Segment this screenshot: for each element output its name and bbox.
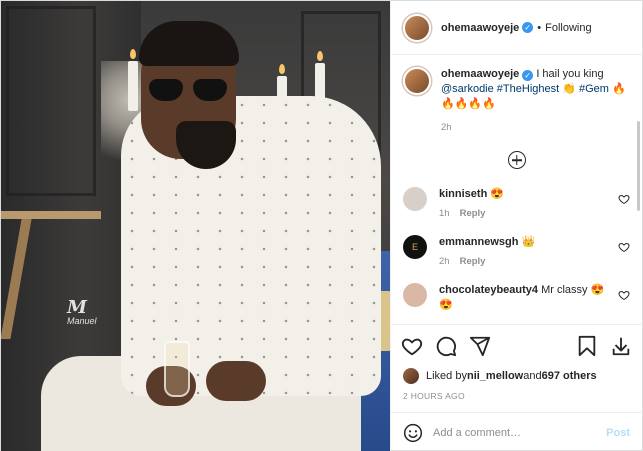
photo-hand: [206, 361, 266, 401]
comment-meta: 1h Reply: [439, 206, 609, 221]
commenter-username[interactable]: chocolateybeauty4: [439, 284, 538, 296]
caption-hashtag-link[interactable]: #TheHighest: [494, 83, 559, 95]
reply-button[interactable]: Reply: [460, 208, 486, 219]
download-icon[interactable]: [610, 335, 632, 357]
post-actions-bar: [391, 324, 642, 366]
post-photo[interactable]: M Manuel: [1, 1, 390, 451]
comment-item: kinniseth 😍 1h Reply: [403, 187, 630, 221]
header-separator: •: [537, 21, 542, 34]
caption-time[interactable]: 2h: [441, 120, 630, 135]
photo-watermark: M Manuel: [67, 297, 97, 326]
comment-icon[interactable]: [435, 335, 457, 357]
photo-champagne-glass: [164, 341, 190, 397]
caption-body: ohemaawoyeje ✓ I hail you king @sarkodie …: [441, 67, 630, 135]
add-comment-bar: Post: [391, 412, 642, 451]
load-more-comments-button[interactable]: [403, 151, 630, 169]
commenter-avatar[interactable]: E: [403, 235, 427, 259]
comment-time[interactable]: 2h: [439, 256, 450, 267]
post-comment-button[interactable]: Post: [606, 427, 630, 439]
likes-middle: and: [523, 370, 542, 382]
heart-icon[interactable]: [401, 335, 423, 357]
comment-like-heart-icon[interactable]: [618, 241, 630, 253]
caption-text: I hail you king: [533, 68, 604, 80]
comment-body: emmannewsgh 👑 2h Reply: [439, 235, 609, 269]
caption-mention-link[interactable]: @sarkodie: [441, 83, 494, 95]
caption-username[interactable]: ohemaawoyeje: [441, 68, 519, 80]
verified-badge-icon: ✓: [522, 22, 534, 33]
author-avatar[interactable]: [403, 13, 431, 42]
caption-emoji: 🔥: [608, 83, 626, 95]
comment-item: chocolateybeauty4 Mr classy 😍 😍: [403, 283, 630, 313]
comment-text: 👑: [518, 236, 536, 248]
caption-emoji: 👏: [559, 83, 579, 95]
reply-button[interactable]: Reply: [460, 256, 486, 267]
post-side-panel: ohemaawoyeje ✓ • Following ohemaawoyeje ✓…: [390, 1, 642, 451]
likes-summary: Liked by nii_mellow and 697 others: [391, 366, 642, 386]
likes-prefix: Liked by: [426, 370, 467, 382]
comment-text-continued: 😍: [439, 299, 453, 311]
watermark-name: Manuel: [67, 316, 97, 326]
verified-badge-icon: ✓: [522, 70, 534, 81]
caption-emoji-line: 🔥🔥🔥🔥: [441, 98, 496, 110]
watermark-logo: M: [67, 297, 87, 318]
comment-like-heart-icon[interactable]: [618, 289, 630, 301]
comment-body: chocolateybeauty4 Mr classy 😍 😍: [439, 283, 609, 313]
post-timestamp[interactable]: 2 HOURS AGO: [391, 386, 642, 406]
caption-hashtag-link[interactable]: #Gem: [579, 83, 609, 95]
comments-list[interactable]: ohemaawoyeje ✓ I hail you king @sarkodie …: [391, 55, 642, 324]
commenter-username[interactable]: kinniseth: [439, 188, 487, 200]
likes-others-link[interactable]: 697 others: [542, 370, 597, 382]
comment-body: kinniseth 😍 1h Reply: [439, 187, 609, 221]
comment-text: 😍: [487, 188, 505, 200]
commenter-avatar[interactable]: [403, 283, 427, 307]
add-comment-input[interactable]: [433, 426, 607, 439]
caption-author-avatar[interactable]: [403, 67, 431, 95]
share-icon[interactable]: [469, 335, 491, 357]
photo-flame: [317, 51, 323, 61]
comment-meta: 2h Reply: [439, 254, 609, 269]
photo-sunglasses: [149, 79, 229, 101]
commenter-username[interactable]: emmannewsgh: [439, 236, 518, 248]
author-username[interactable]: ohemaawoyeje: [441, 22, 519, 34]
comments-scrollbar[interactable]: [637, 121, 640, 211]
comment-time[interactable]: 1h: [439, 208, 450, 219]
liker-username[interactable]: nii_mellow: [467, 370, 523, 382]
photo-candle: [128, 61, 138, 111]
post-header: ohemaawoyeje ✓ • Following: [391, 1, 642, 55]
post-modal: M Manuel ohemaawoyeje ✓ • Following ohem…: [0, 0, 643, 451]
emoji-smile-icon[interactable]: [403, 423, 423, 443]
commenter-avatar[interactable]: [403, 187, 427, 211]
photo-shelf: [1, 211, 101, 219]
photo-flame: [130, 49, 136, 59]
bookmark-icon[interactable]: [576, 335, 598, 357]
following-button[interactable]: Following: [545, 22, 591, 34]
comment-item: E emmannewsgh 👑 2h Reply: [403, 235, 630, 269]
liker-avatar[interactable]: [403, 368, 419, 384]
post-caption: ohemaawoyeje ✓ I hail you king @sarkodie …: [403, 67, 630, 135]
comment-text: Mr classy 😍: [538, 284, 605, 296]
comment-like-heart-icon[interactable]: [618, 193, 630, 205]
photo-flame: [279, 64, 285, 74]
plus-circle-icon: [507, 151, 526, 169]
photo-hair: [139, 21, 239, 66]
photo-wall-panel: [6, 6, 96, 196]
